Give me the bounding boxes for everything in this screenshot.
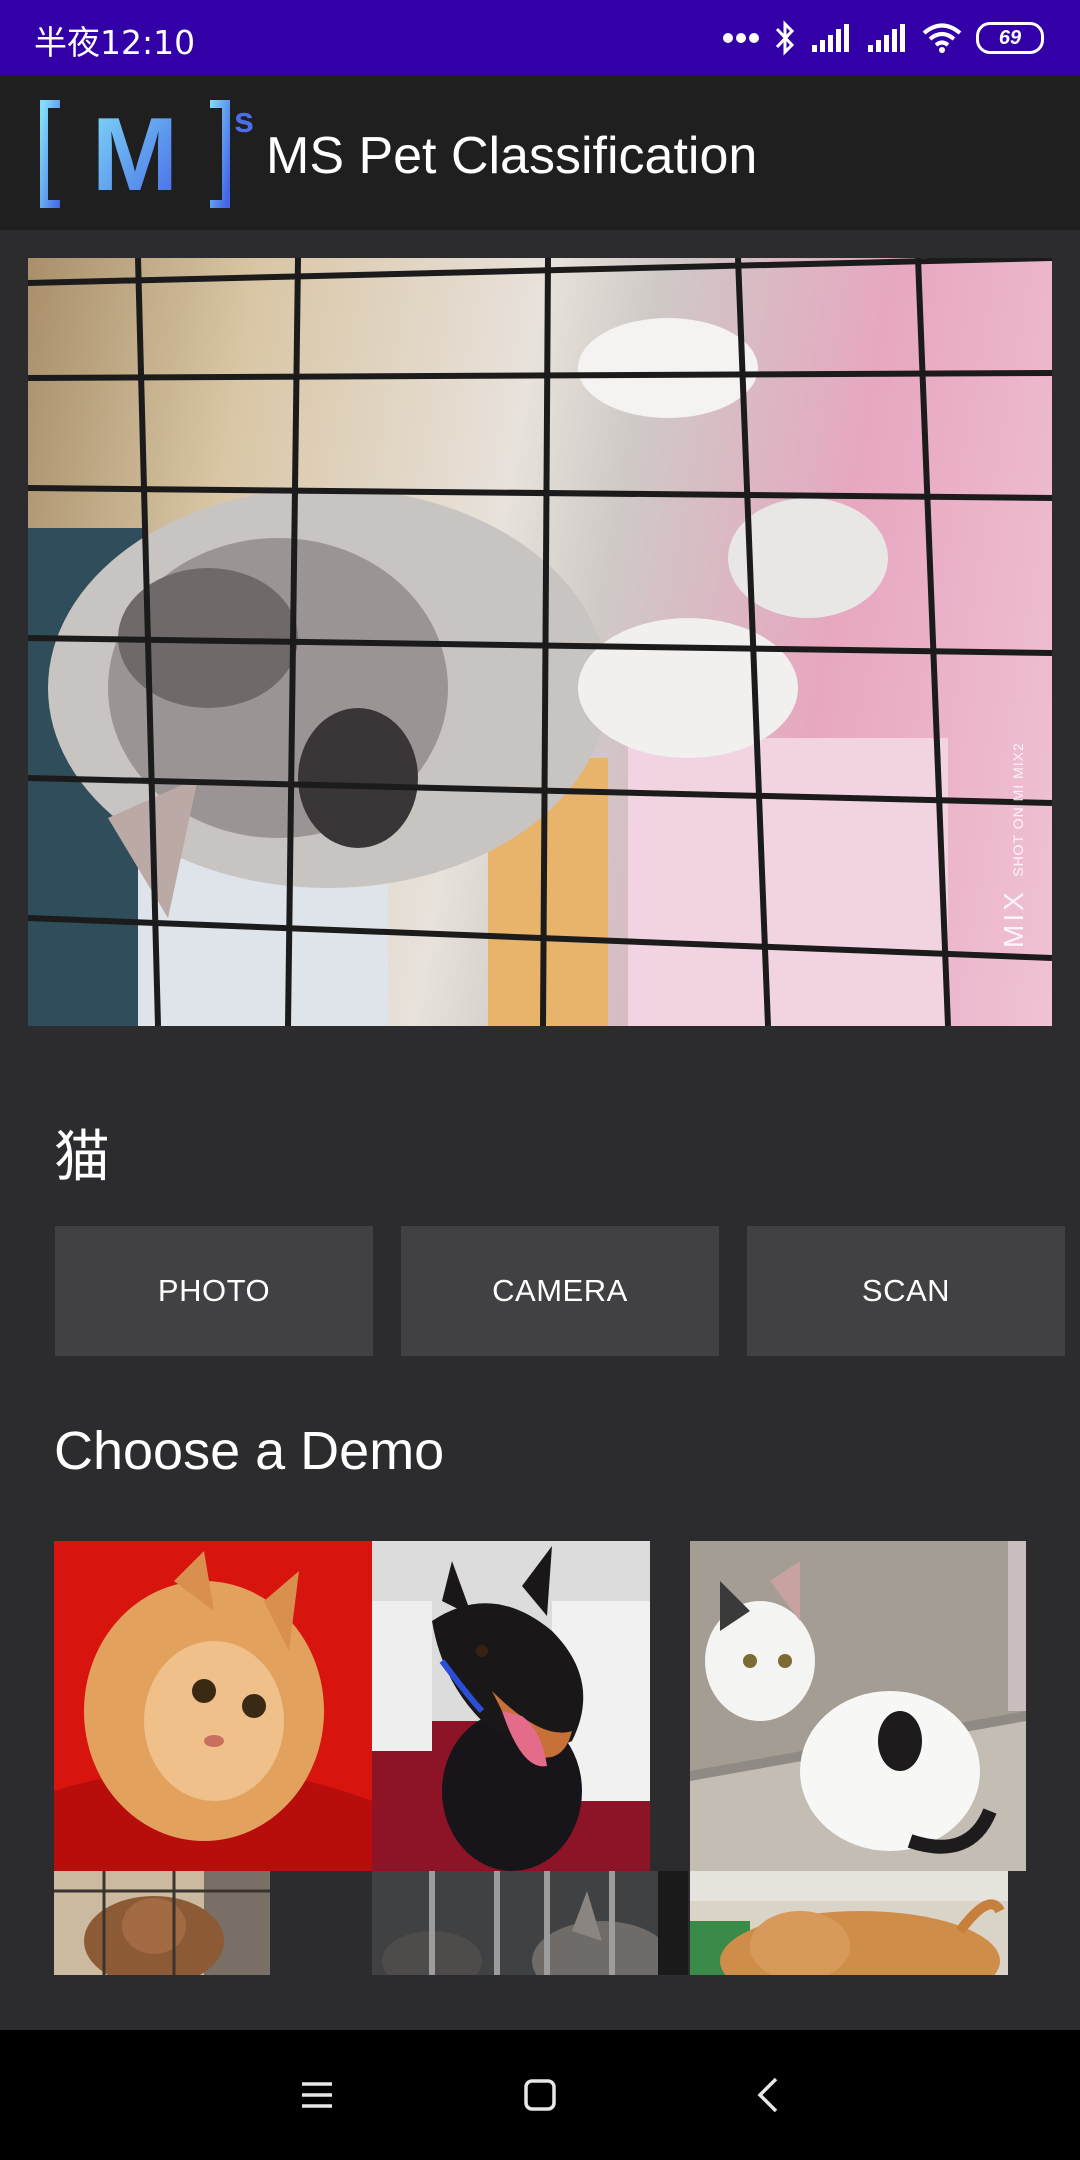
scan-button[interactable]: SCAN [747, 1226, 1065, 1356]
classification-result: 猫 [54, 1125, 110, 1190]
app-logo: M s [40, 98, 254, 210]
demo-heading: Choose a Demo [54, 1421, 445, 1481]
battery-icon: 69 [976, 22, 1044, 54]
status-time: 半夜12:10 [34, 23, 196, 62]
demo-thumbnail-white-kitten[interactable] [690, 1541, 1026, 1871]
camera-button[interactable]: CAMERA [401, 1226, 719, 1356]
wifi-icon [922, 23, 962, 53]
back-chevron-icon[interactable] [733, 2060, 803, 2130]
dog-in-cage-image [54, 1871, 270, 1975]
demo-thumbnail-pinscher-dog[interactable] [372, 1541, 650, 1871]
system-nav-bar [0, 2030, 1080, 2160]
demo-thumbnail-orange-cat[interactable] [54, 1541, 372, 1871]
demo-thumbnail-tan-dog[interactable] [690, 1871, 1008, 1975]
bluetooth-icon [775, 20, 795, 56]
watermark-caption: SHOT ON MI MIX2 [1010, 742, 1026, 877]
status-icons: 69 [722, 14, 1044, 62]
selected-photo[interactable]: MIX SHOT ON MI MIX2 [28, 258, 1052, 1026]
demo-grid [54, 1541, 1026, 1975]
white-kitten-image [690, 1541, 1026, 1871]
signal-icon [868, 24, 905, 52]
watermark-brand: MIX [998, 889, 1029, 948]
status-bar: 半夜12:10 69 [0, 0, 1080, 76]
svg-text:s: s [234, 99, 254, 140]
menu-icon[interactable] [282, 2060, 352, 2130]
photo-watermark: MIX SHOT ON MI MIX2 [998, 742, 1030, 948]
demo-thumbnail-cats-in-cage[interactable] [372, 1871, 688, 1975]
svg-text:M: M [92, 98, 179, 210]
battery-level: 69 [998, 26, 1022, 49]
app-title: MS Pet Classification [266, 127, 758, 185]
app-bar: M s MS Pet Classification [0, 76, 1080, 230]
home-square-icon[interactable] [505, 2060, 575, 2130]
kitten-in-cage-image [28, 258, 1052, 1026]
pinscher-dog-image [372, 1541, 650, 1871]
cats-in-cage-image [372, 1871, 688, 1975]
signal-icon [812, 24, 849, 52]
more-dots-icon [723, 33, 759, 43]
photo-button[interactable]: PHOTO [55, 1226, 373, 1356]
orange-cat-image [54, 1541, 372, 1871]
demo-thumbnail-dog-in-cage[interactable] [54, 1871, 270, 1975]
tan-dog-image [690, 1871, 1008, 1975]
